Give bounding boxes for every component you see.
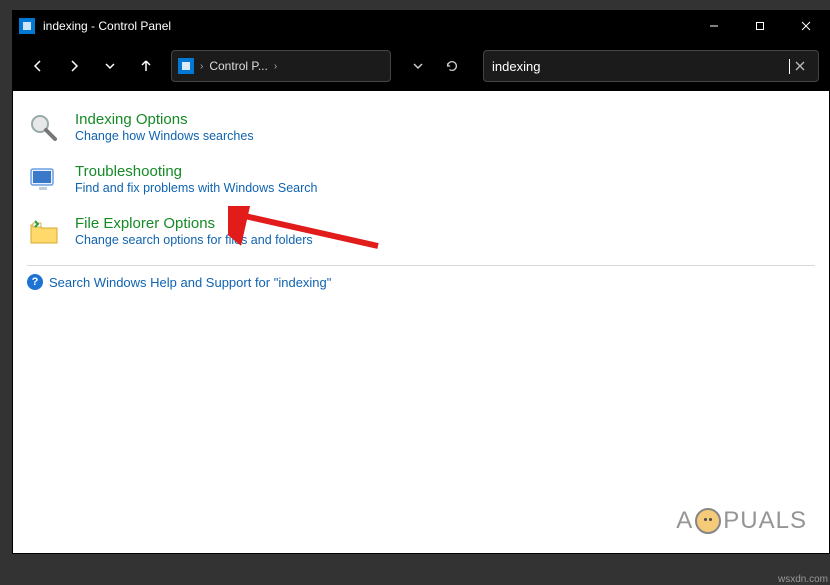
result-title[interactable]: Troubleshooting (75, 163, 317, 180)
help-search-link[interactable]: Search Windows Help and Support for "ind… (49, 275, 331, 290)
watermark-face-icon (695, 508, 721, 534)
result-text: Indexing Options Change how Windows sear… (75, 111, 254, 145)
chevron-right-icon: › (200, 61, 203, 72)
recent-dropdown-button[interactable] (95, 51, 125, 81)
address-actions (403, 51, 467, 81)
watermark: A PUALS (676, 507, 807, 535)
result-title[interactable]: Indexing Options (75, 111, 254, 128)
titlebar: indexing - Control Panel (13, 11, 829, 41)
control-panel-icon (178, 58, 194, 74)
troubleshoot-icon (27, 163, 61, 197)
result-troubleshooting[interactable]: Troubleshooting Find and fix problems wi… (27, 161, 815, 199)
result-text: Troubleshooting Find and fix problems wi… (75, 163, 317, 197)
folder-options-icon (27, 215, 61, 249)
window-controls (691, 11, 829, 41)
forward-button[interactable] (59, 51, 89, 81)
refresh-button[interactable] (437, 51, 467, 81)
watermark-post: PUALS (723, 507, 807, 535)
clear-search-button[interactable] (790, 60, 810, 72)
result-text: File Explorer Options Change search opti… (75, 215, 313, 249)
result-description[interactable]: Change how Windows searches (75, 129, 254, 143)
toolbar: › Control P... › (13, 41, 829, 91)
control-panel-window: indexing - Control Panel (12, 10, 830, 554)
source-credit: wsxdn.com (778, 574, 828, 585)
up-button[interactable] (131, 51, 161, 81)
result-title[interactable]: File Explorer Options (75, 215, 313, 232)
address-dropdown-button[interactable] (403, 51, 433, 81)
maximize-button[interactable] (737, 11, 783, 41)
result-indexing-options[interactable]: Indexing Options Change how Windows sear… (27, 109, 815, 147)
address-bar[interactable]: › Control P... › (171, 50, 391, 82)
close-button[interactable] (783, 11, 829, 41)
chevron-right-icon: › (274, 61, 277, 72)
watermark-pre: A (676, 507, 693, 535)
help-search-row[interactable]: ? Search Windows Help and Support for "i… (27, 274, 815, 290)
back-button[interactable] (23, 51, 53, 81)
control-panel-icon (19, 18, 35, 34)
result-file-explorer-options[interactable]: File Explorer Options Change search opti… (27, 213, 815, 251)
search-bar[interactable] (483, 50, 819, 82)
breadcrumb-control-panel[interactable]: Control P... (209, 59, 267, 73)
window-title: indexing - Control Panel (43, 19, 171, 33)
result-description[interactable]: Change search options for files and fold… (75, 233, 313, 247)
content-area: Indexing Options Change how Windows sear… (13, 91, 829, 553)
result-description[interactable]: Find and fix problems with Windows Searc… (75, 181, 317, 195)
search-input[interactable] (492, 59, 791, 74)
help-icon: ? (27, 274, 43, 290)
magnifier-icon (27, 111, 61, 145)
minimize-button[interactable] (691, 11, 737, 41)
divider (27, 265, 815, 266)
